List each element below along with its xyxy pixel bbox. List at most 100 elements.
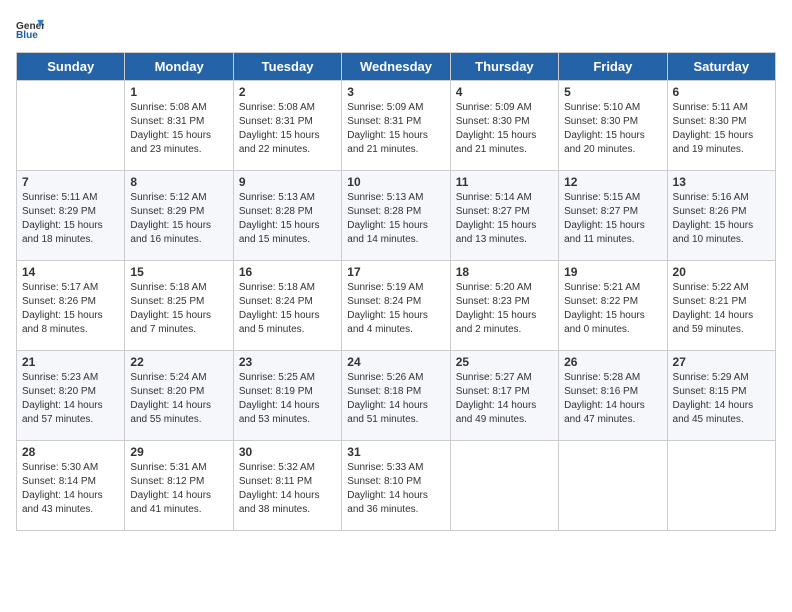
calendar-day-cell: 12 Sunrise: 5:15 AM Sunset: 8:27 PM Dayli… (559, 171, 667, 261)
day-info: Sunrise: 5:24 AM Sunset: 8:20 PM Dayligh… (130, 371, 227, 427)
day-info: Sunrise: 5:23 AM Sunset: 8:20 PM Dayligh… (22, 371, 119, 427)
day-info: Sunrise: 5:17 AM Sunset: 8:26 PM Dayligh… (22, 281, 119, 337)
calendar-header: SundayMondayTuesdayWednesdayThursdayFrid… (17, 53, 776, 81)
day-number: 11 (456, 175, 553, 189)
day-number: 17 (347, 265, 444, 279)
weekday-header: Thursday (450, 53, 558, 81)
day-number: 15 (130, 265, 227, 279)
calendar-day-cell: 31 Sunrise: 5:33 AM Sunset: 8:10 PM Dayli… (342, 441, 450, 531)
calendar-day-cell: 25 Sunrise: 5:27 AM Sunset: 8:17 PM Dayli… (450, 351, 558, 441)
day-info: Sunrise: 5:08 AM Sunset: 8:31 PM Dayligh… (130, 101, 227, 157)
day-number: 3 (347, 85, 444, 99)
day-info: Sunrise: 5:08 AM Sunset: 8:31 PM Dayligh… (239, 101, 336, 157)
day-number: 7 (22, 175, 119, 189)
day-info: Sunrise: 5:12 AM Sunset: 8:29 PM Dayligh… (130, 191, 227, 247)
calendar-day-cell: 26Sunrise: 5:28 AM Sunset: 8:16 PM Dayli… (559, 351, 667, 441)
calendar-day-cell: 2 Sunrise: 5:08 AM Sunset: 8:31 PM Daylig… (233, 81, 341, 171)
day-info: Sunrise: 5:28 AM Sunset: 8:16 PM Dayligh… (564, 371, 661, 427)
day-info: Sunrise: 5:16 AM Sunset: 8:26 PM Dayligh… (673, 191, 770, 247)
day-number: 23 (239, 355, 336, 369)
calendar-day-cell (17, 81, 125, 171)
day-info: Sunrise: 5:27 AM Sunset: 8:17 PM Dayligh… (456, 371, 553, 427)
day-number: 10 (347, 175, 444, 189)
day-info: Sunrise: 5:09 AM Sunset: 8:31 PM Dayligh… (347, 101, 444, 157)
calendar-day-cell: 9 Sunrise: 5:13 AM Sunset: 8:28 PM Daylig… (233, 171, 341, 261)
day-info: Sunrise: 5:31 AM Sunset: 8:12 PM Dayligh… (130, 461, 227, 517)
calendar-day-cell: 10 Sunrise: 5:13 AM Sunset: 8:28 PM Dayli… (342, 171, 450, 261)
calendar-day-cell: 29 Sunrise: 5:31 AM Sunset: 8:12 PM Dayli… (125, 441, 233, 531)
day-info: Sunrise: 5:18 AM Sunset: 8:25 PM Dayligh… (130, 281, 227, 337)
day-number: 29 (130, 445, 227, 459)
calendar-day-cell (450, 441, 558, 531)
day-number: 20 (673, 265, 770, 279)
calendar-day-cell: 14 Sunrise: 5:17 AM Sunset: 8:26 PM Dayli… (17, 261, 125, 351)
weekday-header: Wednesday (342, 53, 450, 81)
calendar-day-cell: 6Sunrise: 5:11 AM Sunset: 8:30 PM Daylig… (667, 81, 775, 171)
day-info: Sunrise: 5:33 AM Sunset: 8:10 PM Dayligh… (347, 461, 444, 517)
weekday-header: Tuesday (233, 53, 341, 81)
day-number: 2 (239, 85, 336, 99)
calendar-week-row: 21 Sunrise: 5:23 AM Sunset: 8:20 PM Dayli… (17, 351, 776, 441)
day-number: 21 (22, 355, 119, 369)
day-number: 9 (239, 175, 336, 189)
calendar-day-cell: 30 Sunrise: 5:32 AM Sunset: 8:11 PM Dayli… (233, 441, 341, 531)
day-info: Sunrise: 5:32 AM Sunset: 8:11 PM Dayligh… (239, 461, 336, 517)
calendar-week-row: 28 Sunrise: 5:30 AM Sunset: 8:14 PM Dayli… (17, 441, 776, 531)
day-number: 22 (130, 355, 227, 369)
day-number: 19 (564, 265, 661, 279)
calendar-week-row: 7Sunrise: 5:11 AM Sunset: 8:29 PM Daylig… (17, 171, 776, 261)
calendar-day-cell: 8 Sunrise: 5:12 AM Sunset: 8:29 PM Daylig… (125, 171, 233, 261)
calendar-day-cell: 20 Sunrise: 5:22 AM Sunset: 8:21 PM Dayli… (667, 261, 775, 351)
day-number: 25 (456, 355, 553, 369)
day-info: Sunrise: 5:26 AM Sunset: 8:18 PM Dayligh… (347, 371, 444, 427)
calendar-day-cell: 4Sunrise: 5:09 AM Sunset: 8:30 PM Daylig… (450, 81, 558, 171)
day-number: 31 (347, 445, 444, 459)
header: General Blue (16, 16, 776, 44)
day-info: Sunrise: 5:25 AM Sunset: 8:19 PM Dayligh… (239, 371, 336, 427)
calendar-day-cell: 13 Sunrise: 5:16 AM Sunset: 8:26 PM Dayli… (667, 171, 775, 261)
svg-text:Blue: Blue (16, 30, 38, 41)
day-number: 16 (239, 265, 336, 279)
calendar-day-cell: 7Sunrise: 5:11 AM Sunset: 8:29 PM Daylig… (17, 171, 125, 261)
calendar-day-cell: 11Sunrise: 5:14 AM Sunset: 8:27 PM Dayli… (450, 171, 558, 261)
day-info: Sunrise: 5:19 AM Sunset: 8:24 PM Dayligh… (347, 281, 444, 337)
day-number: 5 (564, 85, 661, 99)
day-info: Sunrise: 5:18 AM Sunset: 8:24 PM Dayligh… (239, 281, 336, 337)
day-number: 18 (456, 265, 553, 279)
calendar-day-cell: 1 Sunrise: 5:08 AM Sunset: 8:31 PM Daylig… (125, 81, 233, 171)
calendar-table: SundayMondayTuesdayWednesdayThursdayFrid… (16, 52, 776, 531)
day-number: 8 (130, 175, 227, 189)
calendar-day-cell (667, 441, 775, 531)
day-number: 1 (130, 85, 227, 99)
day-number: 12 (564, 175, 661, 189)
calendar-day-cell: 27Sunrise: 5:29 AM Sunset: 8:15 PM Dayli… (667, 351, 775, 441)
day-number: 28 (22, 445, 119, 459)
day-number: 14 (22, 265, 119, 279)
calendar-day-cell: 5 Sunrise: 5:10 AM Sunset: 8:30 PM Daylig… (559, 81, 667, 171)
day-number: 27 (673, 355, 770, 369)
calendar-day-cell: 23 Sunrise: 5:25 AM Sunset: 8:19 PM Dayli… (233, 351, 341, 441)
day-info: Sunrise: 5:22 AM Sunset: 8:21 PM Dayligh… (673, 281, 770, 337)
calendar-day-cell (559, 441, 667, 531)
weekday-header: Friday (559, 53, 667, 81)
day-info: Sunrise: 5:11 AM Sunset: 8:30 PM Dayligh… (673, 101, 770, 157)
day-number: 30 (239, 445, 336, 459)
day-number: 4 (456, 85, 553, 99)
day-info: Sunrise: 5:10 AM Sunset: 8:30 PM Dayligh… (564, 101, 661, 157)
calendar-week-row: 14 Sunrise: 5:17 AM Sunset: 8:26 PM Dayli… (17, 261, 776, 351)
day-info: Sunrise: 5:13 AM Sunset: 8:28 PM Dayligh… (347, 191, 444, 247)
day-info: Sunrise: 5:30 AM Sunset: 8:14 PM Dayligh… (22, 461, 119, 517)
calendar-day-cell: 28 Sunrise: 5:30 AM Sunset: 8:14 PM Dayli… (17, 441, 125, 531)
day-info: Sunrise: 5:13 AM Sunset: 8:28 PM Dayligh… (239, 191, 336, 247)
day-info: Sunrise: 5:20 AM Sunset: 8:23 PM Dayligh… (456, 281, 553, 337)
logo: General Blue (16, 16, 44, 44)
day-number: 24 (347, 355, 444, 369)
calendar-day-cell: 24 Sunrise: 5:26 AM Sunset: 8:18 PM Dayli… (342, 351, 450, 441)
calendar-week-row: 1 Sunrise: 5:08 AM Sunset: 8:31 PM Daylig… (17, 81, 776, 171)
day-info: Sunrise: 5:15 AM Sunset: 8:27 PM Dayligh… (564, 191, 661, 247)
calendar-day-cell: 19Sunrise: 5:21 AM Sunset: 8:22 PM Dayli… (559, 261, 667, 351)
calendar-day-cell: 15 Sunrise: 5:18 AM Sunset: 8:25 PM Dayli… (125, 261, 233, 351)
calendar-day-cell: 22 Sunrise: 5:24 AM Sunset: 8:20 PM Dayli… (125, 351, 233, 441)
day-number: 13 (673, 175, 770, 189)
weekday-header: Saturday (667, 53, 775, 81)
